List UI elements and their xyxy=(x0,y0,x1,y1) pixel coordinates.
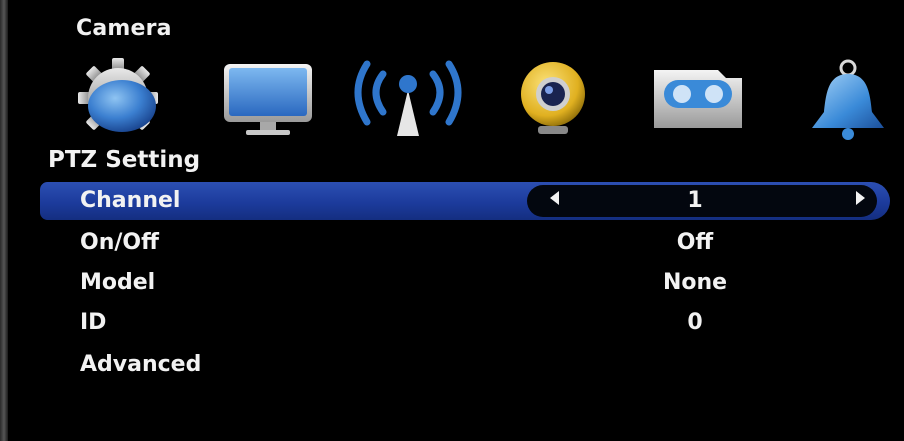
monitor-icon[interactable] xyxy=(218,54,318,144)
setting-value: Off xyxy=(676,230,714,255)
category-icon-bar xyxy=(8,54,904,144)
setting-label: On/Off xyxy=(80,230,159,255)
setting-row-on-off[interactable]: On/Off Off xyxy=(40,224,890,262)
arrow-right-icon[interactable] xyxy=(856,191,865,205)
arrow-left-icon[interactable] xyxy=(550,191,559,205)
setting-row-id[interactable]: ID 0 xyxy=(40,304,890,342)
setting-row-advanced[interactable]: Advanced xyxy=(40,346,890,384)
gear-icon[interactable] xyxy=(68,54,168,144)
osd-menu: Camera PTZ Setting Channel 1 On/Off Off … xyxy=(8,0,904,441)
setting-label: Model xyxy=(80,270,156,295)
recorder-icon[interactable] xyxy=(648,54,748,144)
setting-row-model[interactable]: Model None xyxy=(40,264,890,302)
setting-value: 1 xyxy=(687,188,703,213)
menu-title: Camera xyxy=(76,16,172,41)
screen-bezel xyxy=(0,0,8,441)
bell-icon[interactable] xyxy=(798,54,898,144)
webcam-icon[interactable] xyxy=(508,54,598,144)
wireless-antenna-icon[interactable] xyxy=(353,54,463,144)
setting-label: ID xyxy=(80,310,107,335)
setting-label: Advanced xyxy=(80,352,202,377)
setting-value: None xyxy=(662,270,728,295)
setting-value: 0 xyxy=(687,310,703,335)
section-title: PTZ Setting xyxy=(48,147,201,173)
setting-label: Channel xyxy=(80,188,181,213)
setting-row-channel[interactable]: Channel 1 xyxy=(40,182,890,220)
